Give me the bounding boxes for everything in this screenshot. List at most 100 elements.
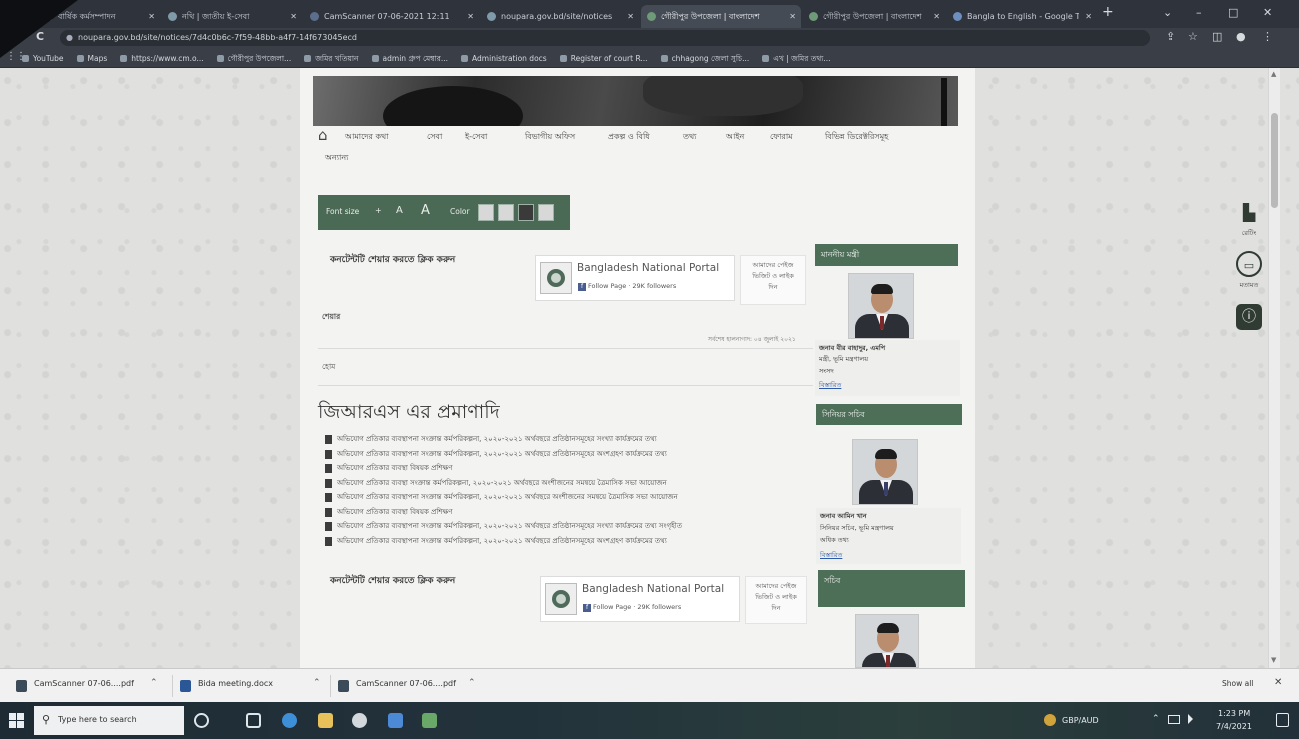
new-tab-button[interactable]: + bbox=[1102, 4, 1114, 20]
close-downloads-icon[interactable]: ✕ bbox=[1274, 677, 1282, 688]
windows-start-icon[interactable] bbox=[9, 713, 25, 729]
color-swatch-light[interactable] bbox=[538, 204, 554, 221]
tab-close-icon[interactable]: ✕ bbox=[148, 5, 155, 28]
document-title[interactable]: অভিযোগ প্রতিকার ব্যবস্থাপনা সংক্রান্ত কর… bbox=[337, 521, 682, 532]
document-title[interactable]: অভিযোগ প্রতিকার ব্যবস্থাপনা সংক্রান্ত কর… bbox=[337, 536, 667, 547]
market-ticker[interactable]: GBP/AUD bbox=[1062, 716, 1099, 725]
lock-icon[interactable]: ● bbox=[66, 30, 73, 46]
app-icon[interactable] bbox=[388, 713, 403, 728]
nav-item[interactable]: ফোরাম bbox=[770, 131, 793, 144]
chrome-icon[interactable] bbox=[352, 713, 367, 728]
app-icon[interactable] bbox=[422, 713, 437, 728]
download-options-caret-icon[interactable]: ⌃ bbox=[150, 678, 158, 688]
document-link[interactable]: অভিযোগ প্রতিকার ব্যবস্থাপনা সংক্রান্ত কর… bbox=[325, 521, 795, 533]
document-link[interactable]: অভিযোগ প্রতিকার ব্যবস্থাপনা সংক্রান্ত কর… bbox=[325, 536, 795, 548]
share-prompt[interactable]: কনটেন্টটি শেয়ার করতে ক্লিক করুন bbox=[330, 252, 455, 267]
color-swatch-dark[interactable] bbox=[518, 204, 534, 221]
download-item[interactable]: CamScanner 07-06....pdf ⌃ bbox=[338, 678, 488, 694]
browser-tab-active[interactable]: গৌরীপুর উপজেলা | বাংলাদেশ ✕ bbox=[641, 5, 801, 28]
tab-close-icon[interactable]: ✕ bbox=[789, 5, 796, 28]
share-prompt[interactable]: কনটেন্টটি শেয়ার করতে ক্লিক করুন bbox=[330, 573, 455, 588]
nav-item[interactable]: ই-সেবা bbox=[465, 131, 487, 144]
download-item[interactable]: CamScanner 07-06....pdf ⌃ bbox=[16, 678, 166, 694]
download-options-caret-icon[interactable]: ⌃ bbox=[468, 678, 476, 688]
show-all-downloads-button[interactable]: Show all bbox=[1222, 679, 1253, 688]
facebook-follow-row[interactable]: f Follow Page · 29K followers bbox=[578, 282, 676, 291]
market-ticker-icon[interactable] bbox=[1044, 714, 1056, 726]
browser-tab[interactable]: CamScanner 07-06-2021 12:11 ✕ bbox=[304, 5, 479, 28]
file-explorer-icon[interactable] bbox=[318, 713, 333, 728]
extensions-icon[interactable]: ◫ bbox=[1212, 30, 1222, 43]
notifications-icon[interactable] bbox=[1276, 713, 1289, 727]
address-bar[interactable]: ● noupara.gov.bd/site/notices/7d4c0b6c-7… bbox=[60, 30, 1150, 46]
share-button[interactable]: শেয়ার bbox=[322, 312, 340, 324]
tab-close-icon[interactable]: ✕ bbox=[290, 5, 297, 28]
nav-item[interactable]: সেবা bbox=[427, 131, 442, 144]
browser-tab[interactable]: Bangla to English - Google Tr ✕ bbox=[947, 5, 1097, 28]
download-filename[interactable]: CamScanner 07-06....pdf bbox=[356, 679, 456, 688]
browser-tab[interactable]: নথি | জাতীয় ই-সেবা ✕ bbox=[162, 5, 302, 28]
tray-overflow-icon[interactable]: ⌃ bbox=[1152, 714, 1160, 724]
cortana-icon[interactable] bbox=[194, 713, 209, 728]
bookmark-item[interactable]: admin গ্রুপ মেম্বার... bbox=[371, 52, 448, 65]
nav-item[interactable]: অন্যান্য bbox=[325, 152, 348, 165]
document-title[interactable]: অভিযোগ প্রতিকার ব্যবস্থা বিষয়ক প্রশিক্ষ… bbox=[337, 507, 452, 518]
facebook-visit-note[interactable]: আমাদের পেইজ ভিজিট ও লাইক দিন bbox=[740, 255, 806, 305]
secretary-details-link[interactable]: বিস্তারিত bbox=[820, 550, 842, 561]
clock-time[interactable]: 1:23 PM bbox=[1218, 709, 1250, 718]
document-title[interactable]: অভিযোগ প্রতিকার ব্যবস্থাপনা সংক্রান্ত কর… bbox=[337, 434, 657, 445]
bookmark-item[interactable]: chhagong জেলা সুচি... bbox=[660, 52, 749, 65]
follow-page-label[interactable]: Follow Page bbox=[593, 603, 631, 611]
document-link[interactable]: অভিযোগ প্রতিকার ব্যবস্থা বিষয়ক প্রশিক্ষ… bbox=[325, 463, 795, 475]
battery-icon[interactable] bbox=[1168, 715, 1180, 724]
nav-item[interactable]: বিভিন্ন ডিরেক্টরিসমূহ bbox=[825, 131, 888, 144]
nav-item[interactable]: প্রকল্প ও বিধি bbox=[608, 131, 650, 144]
reload-icon[interactable]: C bbox=[36, 30, 44, 43]
breadcrumb[interactable]: হোম bbox=[322, 362, 335, 374]
rating-label[interactable]: রেটিং bbox=[1234, 228, 1264, 239]
page-scrollbar[interactable]: ▲ ▼ bbox=[1268, 68, 1280, 668]
bookmark-item[interactable]: Administration docs bbox=[461, 52, 547, 65]
color-swatch-light[interactable] bbox=[478, 204, 494, 221]
bookmark-item[interactable]: https://www.cm.o... bbox=[120, 52, 204, 65]
color-swatch-light[interactable] bbox=[498, 204, 514, 221]
clock-date[interactable]: 7/4/2021 bbox=[1216, 722, 1252, 731]
volume-icon[interactable] bbox=[1188, 714, 1198, 724]
follow-page-label[interactable]: Follow Page bbox=[588, 282, 626, 290]
font-normal-button[interactable]: A bbox=[396, 205, 403, 216]
scroll-down-icon[interactable]: ▼ bbox=[1271, 656, 1276, 664]
tab-close-icon[interactable]: ✕ bbox=[1085, 5, 1092, 28]
bookmark-item[interactable]: জমির খতিয়ান bbox=[304, 52, 359, 65]
scroll-up-icon[interactable]: ▲ bbox=[1271, 70, 1276, 78]
font-increase-button[interactable]: + bbox=[375, 206, 382, 215]
edge-browser-icon[interactable] bbox=[282, 713, 297, 728]
document-link[interactable]: অভিযোগ প্রতিকার ব্যবস্থা সংক্রান্ত কর্মপ… bbox=[325, 478, 795, 490]
document-title[interactable]: অভিযোগ প্রতিকার ব্যবস্থা বিষয়ক প্রশিক্ষ… bbox=[337, 463, 452, 474]
document-link[interactable]: অভিযোগ প্রতিকার ব্যবস্থাপনা সংক্রান্ত কর… bbox=[325, 434, 795, 446]
nav-item[interactable]: বিভাগীয় অফিস bbox=[525, 131, 575, 144]
browser-menu-icon[interactable]: ⋮ bbox=[1262, 30, 1273, 43]
document-link[interactable]: অভিযোগ প্রতিকার ব্যবস্থাপনা সংক্রান্ত কর… bbox=[325, 492, 795, 504]
document-title[interactable]: অভিযোগ প্রতিকার ব্যবস্থা সংক্রান্ত কর্মপ… bbox=[337, 478, 667, 489]
bookmark-item[interactable]: Maps bbox=[76, 52, 107, 65]
info-icon[interactable]: ⓘ bbox=[1236, 304, 1262, 330]
task-view-icon[interactable] bbox=[246, 713, 261, 728]
scrollbar-thumb[interactable] bbox=[1271, 113, 1278, 208]
download-options-caret-icon[interactable]: ⌃ bbox=[313, 678, 321, 688]
nav-item[interactable]: তথ্য bbox=[683, 131, 697, 144]
download-filename[interactable]: Bida meeting.docx bbox=[198, 679, 273, 688]
tab-close-icon[interactable]: ✕ bbox=[933, 5, 940, 28]
minister-details-link[interactable]: বিস্তারিত bbox=[819, 380, 841, 391]
browser-tab[interactable]: noupara.gov.bd/site/notices ✕ bbox=[481, 5, 639, 28]
bookmark-item[interactable]: Register of court R... bbox=[559, 52, 648, 65]
home-icon[interactable]: ⌂ bbox=[318, 126, 328, 144]
nav-item[interactable]: আমাদের কথা bbox=[345, 131, 389, 144]
facebook-page-widget[interactable]: Bangladesh National Portal f Follow Page … bbox=[540, 576, 740, 622]
download-item[interactable]: Bida meeting.docx ⌃ bbox=[180, 678, 330, 694]
document-link[interactable]: অভিযোগ প্রতিকার ব্যবস্থাপনা সংক্রান্ত কর… bbox=[325, 449, 795, 461]
browser-tab[interactable]: গৌরীপুর উপজেলা | বাংলাদেশ ✕ bbox=[803, 5, 945, 28]
facebook-page-name[interactable]: Bangladesh National Portal bbox=[577, 262, 719, 274]
nav-item[interactable]: আইন bbox=[726, 131, 744, 144]
facebook-follow-row[interactable]: f Follow Page · 29K followers bbox=[583, 603, 681, 612]
tab-search-chevron-icon[interactable]: ⌄ bbox=[1163, 6, 1172, 19]
